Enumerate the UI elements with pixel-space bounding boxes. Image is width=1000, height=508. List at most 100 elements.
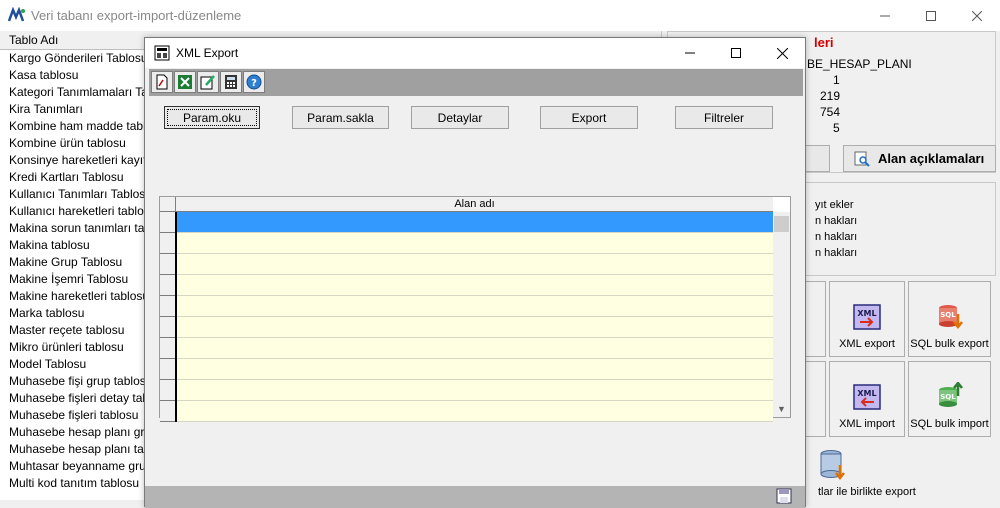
info-value-1: 1 <box>833 73 840 87</box>
xml-import-label: XML import <box>839 418 895 430</box>
grid-row[interactable] <box>177 254 773 275</box>
bottom-export-label: tlar ile birlikte export <box>818 486 916 498</box>
calculator-icon <box>225 75 237 89</box>
sql-bulk-export-tile[interactable]: SQL SQL bulk export <box>908 281 991 357</box>
grid-row-header[interactable] <box>160 359 177 380</box>
export-label: Export <box>571 110 607 125</box>
permission-line-3: n hakları <box>815 231 858 243</box>
grid-row-header[interactable] <box>160 275 177 296</box>
close-icon <box>776 47 788 59</box>
alan-aciklamalari-label: Alan açıklamaları <box>878 151 985 166</box>
hidden-button[interactable] <box>805 145 830 172</box>
info-title: leri <box>814 35 834 50</box>
alan-aciklamalari-button[interactable]: Alan açıklamaları <box>843 145 996 172</box>
sql-bulk-import-tile[interactable]: SQL SQL bulk import <box>908 361 991 437</box>
xml-import-icon: XML <box>853 384 881 410</box>
svg-text:XML: XML <box>857 309 876 318</box>
search-document-icon <box>854 151 870 167</box>
param-sakla-label: Param.sakla <box>307 110 374 125</box>
dialog-app-icon <box>154 45 170 61</box>
grid-row-header[interactable] <box>160 338 177 359</box>
save-icon[interactable] <box>776 488 792 504</box>
grid-row-header[interactable] <box>160 317 177 338</box>
edit-icon <box>200 75 215 90</box>
excel-icon <box>178 75 192 89</box>
grid-row[interactable] <box>177 275 773 296</box>
toolbar-calculator-button[interactable] <box>220 71 242 93</box>
grid-row-header[interactable] <box>160 401 177 422</box>
toolbar-help-button[interactable]: ? <box>243 71 265 93</box>
scrollbar-thumb[interactable] <box>774 216 789 232</box>
dialog-minimize-button[interactable] <box>667 38 713 68</box>
xml-export-icon: XML <box>853 304 881 330</box>
scroll-down-arrow-icon[interactable]: ▼ <box>773 402 790 416</box>
dialog-titlebar: XML Export <box>145 38 805 68</box>
close-icon <box>972 10 982 21</box>
grid-column-header-alan-adi[interactable]: Alan adı <box>176 197 773 212</box>
dialog-toolbar: ? <box>149 69 803 96</box>
dialog-title: XML Export <box>176 46 239 60</box>
xml-export-label: XML export <box>839 338 895 350</box>
minimize-icon <box>685 52 695 54</box>
database-export-icon <box>820 450 845 481</box>
param-sakla-button[interactable]: Param.sakla <box>292 106 389 129</box>
field-grid[interactable]: Alan adı ▼ <box>159 196 791 422</box>
maximize-button[interactable] <box>908 0 954 31</box>
close-button[interactable] <box>954 0 1000 31</box>
grid-row-header[interactable] <box>160 254 177 275</box>
grid-row-header[interactable] <box>160 296 177 317</box>
svg-text:XML: XML <box>857 389 876 398</box>
dialog-close-button[interactable] <box>759 38 805 68</box>
param-oku-label: Param.oku <box>182 110 242 125</box>
grid-vertical-scrollbar[interactable]: ▼ <box>773 212 790 417</box>
permission-line-1: yıt ekler <box>815 199 854 211</box>
detaylar-button[interactable]: Detaylar <box>411 106 509 129</box>
minimize-button[interactable] <box>862 0 908 31</box>
grid-row[interactable] <box>177 317 773 338</box>
grid-row[interactable] <box>177 338 773 359</box>
detaylar-label: Detaylar <box>437 110 483 125</box>
toolbar-excel-button[interactable] <box>174 71 196 93</box>
dialog-statusbar <box>145 486 805 508</box>
maximize-icon <box>926 10 936 21</box>
grid-corner <box>160 197 176 212</box>
xml-export-dialog: XML Export ? Param.oku Param.sakla Detay… <box>144 37 806 508</box>
param-oku-button[interactable]: Param.oku <box>164 106 260 129</box>
info-value-4: 5 <box>833 121 840 135</box>
main-window-title: Veri tabanı export-import-düzenleme <box>31 8 242 23</box>
grid-row-header[interactable] <box>160 380 177 401</box>
xml-import-tile[interactable]: XML XML import <box>829 361 905 437</box>
grid-row[interactable] <box>177 401 773 422</box>
info-value-3: 754 <box>820 105 841 119</box>
sql-export-icon: SQL <box>938 305 963 330</box>
permission-line-2: n hakları <box>815 215 858 227</box>
grid-row[interactable] <box>177 380 773 401</box>
toolbar-edit-button[interactable] <box>197 71 219 93</box>
grid-row[interactable] <box>177 233 773 254</box>
info-value-2: 219 <box>820 89 841 103</box>
main-titlebar: Veri tabanı export-import-düzenleme <box>0 0 1000 31</box>
xml-export-tile[interactable]: XML XML export <box>829 281 905 357</box>
sql-bulk-import-label: SQL bulk import <box>910 418 989 430</box>
export-button[interactable]: Export <box>540 106 638 129</box>
svg-text:?: ? <box>251 78 257 89</box>
grid-row[interactable] <box>177 296 773 317</box>
maximize-icon <box>731 48 741 58</box>
minimize-icon <box>880 15 890 16</box>
filtreler-button[interactable]: Filtreler <box>675 106 773 129</box>
help-icon: ? <box>246 74 262 90</box>
filtreler-label: Filtreler <box>703 110 744 125</box>
grid-row-header[interactable] <box>160 212 177 233</box>
grid-row[interactable] <box>177 212 773 233</box>
sql-bulk-export-label: SQL bulk export <box>910 338 989 350</box>
app-logo-icon <box>8 7 25 22</box>
permission-line-4: n hakları <box>815 247 858 259</box>
dialog-maximize-button[interactable] <box>713 38 759 68</box>
new-document-icon <box>156 74 168 90</box>
grid-row[interactable] <box>177 359 773 380</box>
svg-text:SQL: SQL <box>940 393 956 401</box>
grid-row-header[interactable] <box>160 233 177 254</box>
sql-import-icon: SQL <box>938 382 963 407</box>
selected-table-name: BE_HESAP_PLANI <box>807 57 912 71</box>
toolbar-new-button[interactable] <box>151 71 173 93</box>
